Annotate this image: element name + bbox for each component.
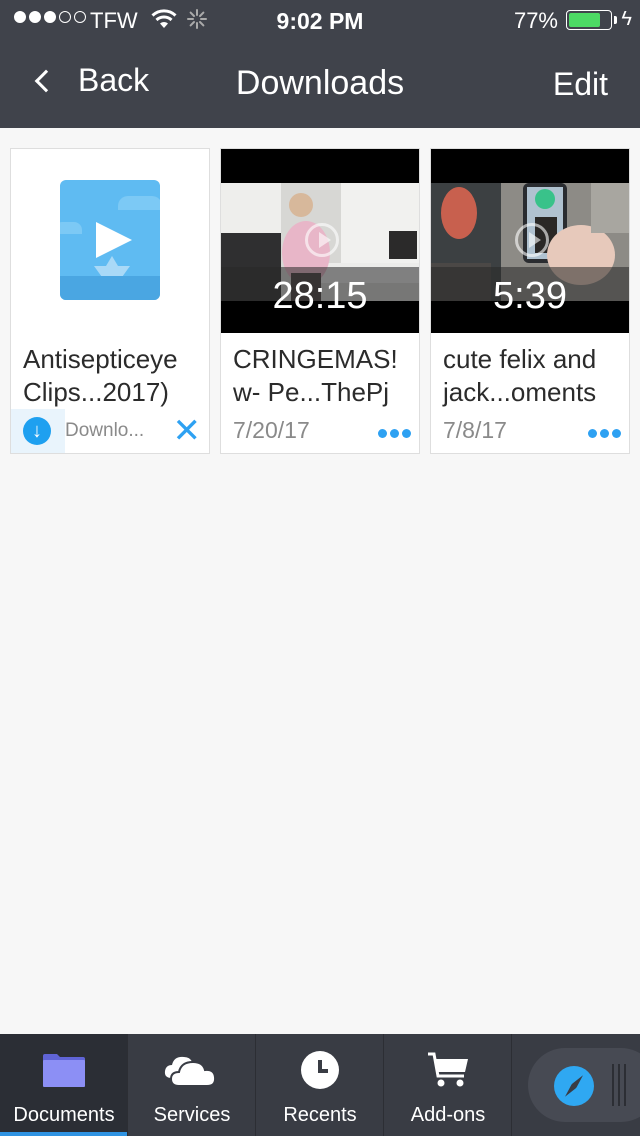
edit-button[interactable]: Edit [553, 66, 608, 103]
tab-label: Services [153, 1104, 231, 1126]
item-title: Antisepticeye Clips...2017) [23, 343, 178, 409]
item-title-line2: Clips...2017) [23, 377, 169, 407]
tab-label: Recents [283, 1104, 357, 1126]
download-progress-bar: ↓ Downlo... ✕ [11, 409, 209, 453]
item-title-line1: cute felix and [443, 344, 597, 374]
tab-label: Documents [13, 1104, 115, 1126]
more-options-icon[interactable] [588, 429, 621, 438]
video-item[interactable]: 5:39 cute felix and jack...oments 7/8/17 [430, 148, 630, 454]
item-title: CRINGEMAS! w- Pe...ThePj [233, 343, 398, 409]
tab-label: Add-ons [410, 1104, 486, 1126]
video-thumbnail: 28:15 [221, 149, 419, 333]
cloud-icon [164, 1056, 217, 1087]
clock-icon [301, 1051, 339, 1089]
browser-button[interactable] [528, 1048, 640, 1122]
tab-add-ons[interactable]: Add-ons [384, 1034, 512, 1136]
charging-bolt-icon: ϟ [621, 8, 632, 30]
battery-percent: 77% [513, 8, 558, 33]
tab-recents[interactable]: Recents [256, 1034, 384, 1136]
tab-services[interactable]: Services [128, 1034, 256, 1136]
play-icon[interactable] [305, 223, 339, 257]
folder-icon [43, 1054, 85, 1087]
video-duration: 5:39 [493, 275, 567, 317]
item-title-line1: CRINGEMAS! [233, 344, 398, 374]
compass-icon [554, 1066, 594, 1106]
battery-icon [566, 10, 612, 30]
item-title: cute felix and jack...oments [443, 343, 596, 409]
top-bar: TFW 9:02 PM 77% ϟ Back Downloads Edit [0, 0, 640, 128]
item-date: 7/20/17 [233, 417, 310, 443]
play-icon[interactable] [515, 223, 549, 257]
video-thumbnail: 5:39 [431, 149, 629, 333]
more-options-icon[interactable] [378, 429, 411, 438]
video-item[interactable]: 28:15 CRINGEMAS! w- Pe...ThePj 7/20/17 [220, 148, 420, 454]
item-title-line2: w- Pe...ThePj [233, 377, 390, 407]
video-placeholder-icon [60, 180, 160, 300]
chevron-left-icon [34, 69, 58, 92]
battery-tip [614, 16, 617, 24]
drag-handle-icon[interactable] [612, 1064, 626, 1106]
download-arrow-icon: ↓ [23, 417, 51, 445]
back-button[interactable]: Back [30, 62, 149, 99]
back-label: Back [78, 62, 150, 98]
download-item[interactable]: Antisepticeye Clips...2017) ↓ Downlo... … [10, 148, 210, 454]
cancel-download-button[interactable]: ✕ [173, 413, 202, 449]
status-bar: TFW 9:02 PM 77% ϟ [0, 0, 640, 40]
tab-bar: Documents Services Recents Add-ons [0, 1034, 640, 1136]
video-duration: 28:15 [272, 275, 368, 317]
item-thumbnail [11, 149, 209, 333]
item-title-line2: jack...oments [443, 377, 597, 407]
tab-documents[interactable]: Documents [0, 1034, 128, 1136]
download-status: Downlo... [65, 420, 145, 441]
cart-icon [428, 1052, 468, 1087]
item-title-line1: Antisepticeye [23, 344, 178, 374]
item-date: 7/8/17 [443, 417, 507, 443]
